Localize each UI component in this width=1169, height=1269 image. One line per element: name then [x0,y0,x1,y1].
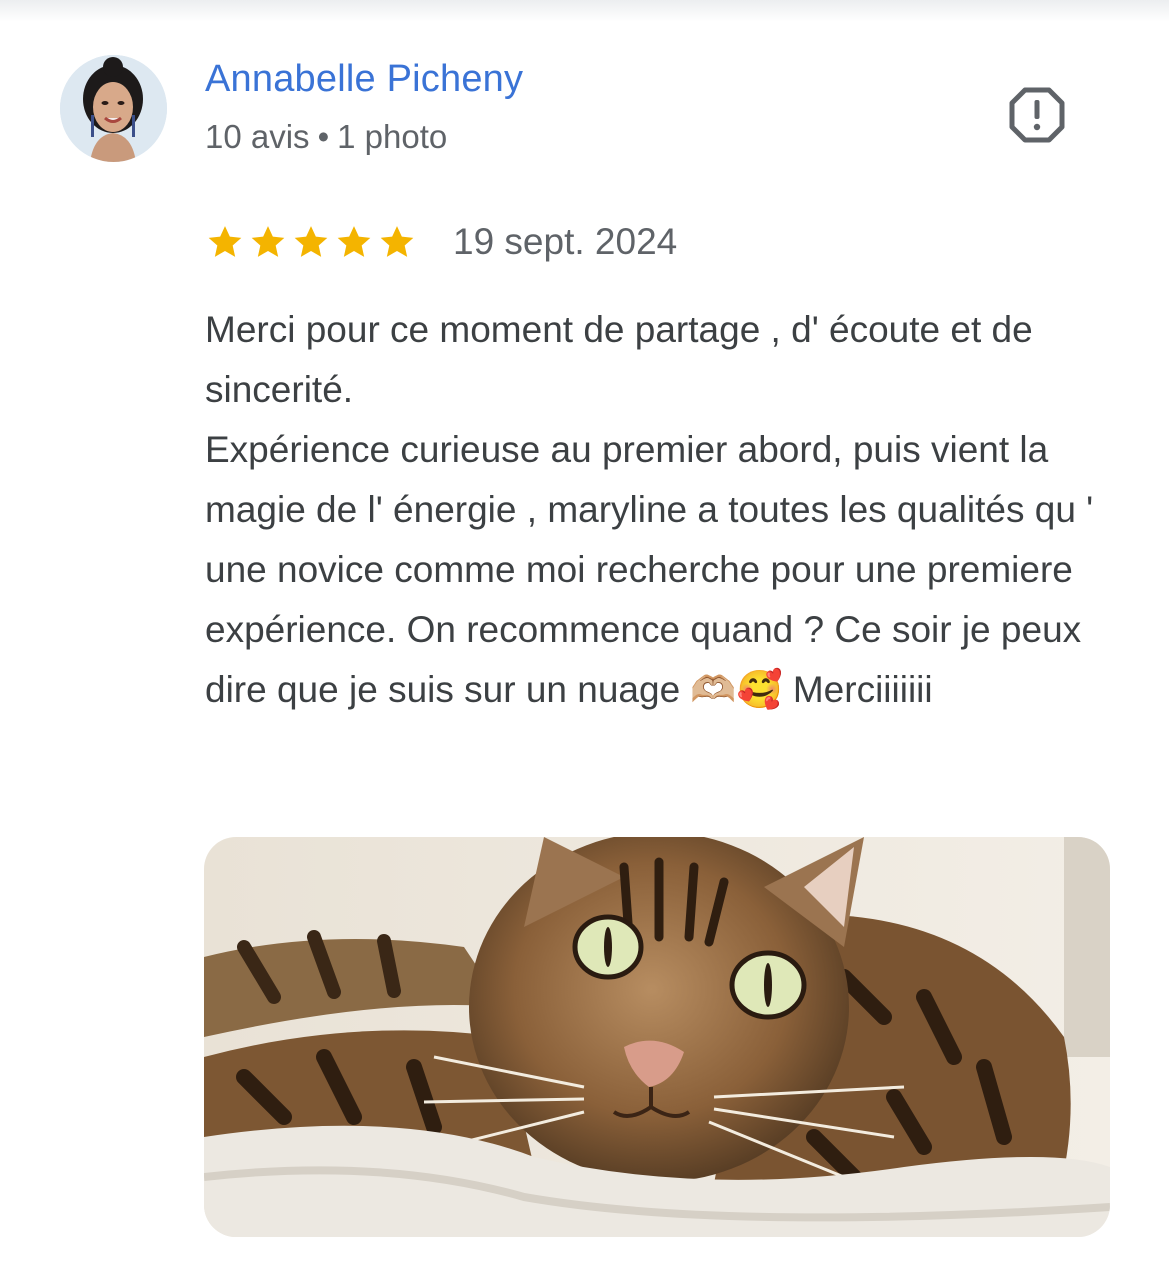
review-card: Annabelle Picheny 10 avis • 1 photo 19 sep… [0,0,1169,1269]
star-icon [337,226,371,257]
author-photos-count: 1 photo [337,118,448,155]
avatar-portrait-image [60,55,167,162]
star-icon [380,226,414,257]
rating-row: 19 sept. 2024 [205,218,677,266]
review-date: 19 sept. 2024 [453,221,678,262]
star-rating [205,222,417,262]
star-icon [251,226,285,257]
author-name[interactable]: Annabelle Picheny [205,58,523,101]
report-review-icon[interactable] [1008,86,1066,144]
author-meta: 10 avis • 1 photo [205,118,447,156]
review-photo[interactable] [204,837,1110,1237]
bengal-cat-photo [204,837,1110,1237]
author-reviews-count: 10 avis [205,118,310,155]
star-icon [208,226,242,257]
star-icon [294,226,328,257]
meta-separator: • [317,118,330,155]
author-avatar[interactable] [60,55,167,162]
review-text: Merci pour ce moment de partage , d' éco… [205,309,1094,710]
